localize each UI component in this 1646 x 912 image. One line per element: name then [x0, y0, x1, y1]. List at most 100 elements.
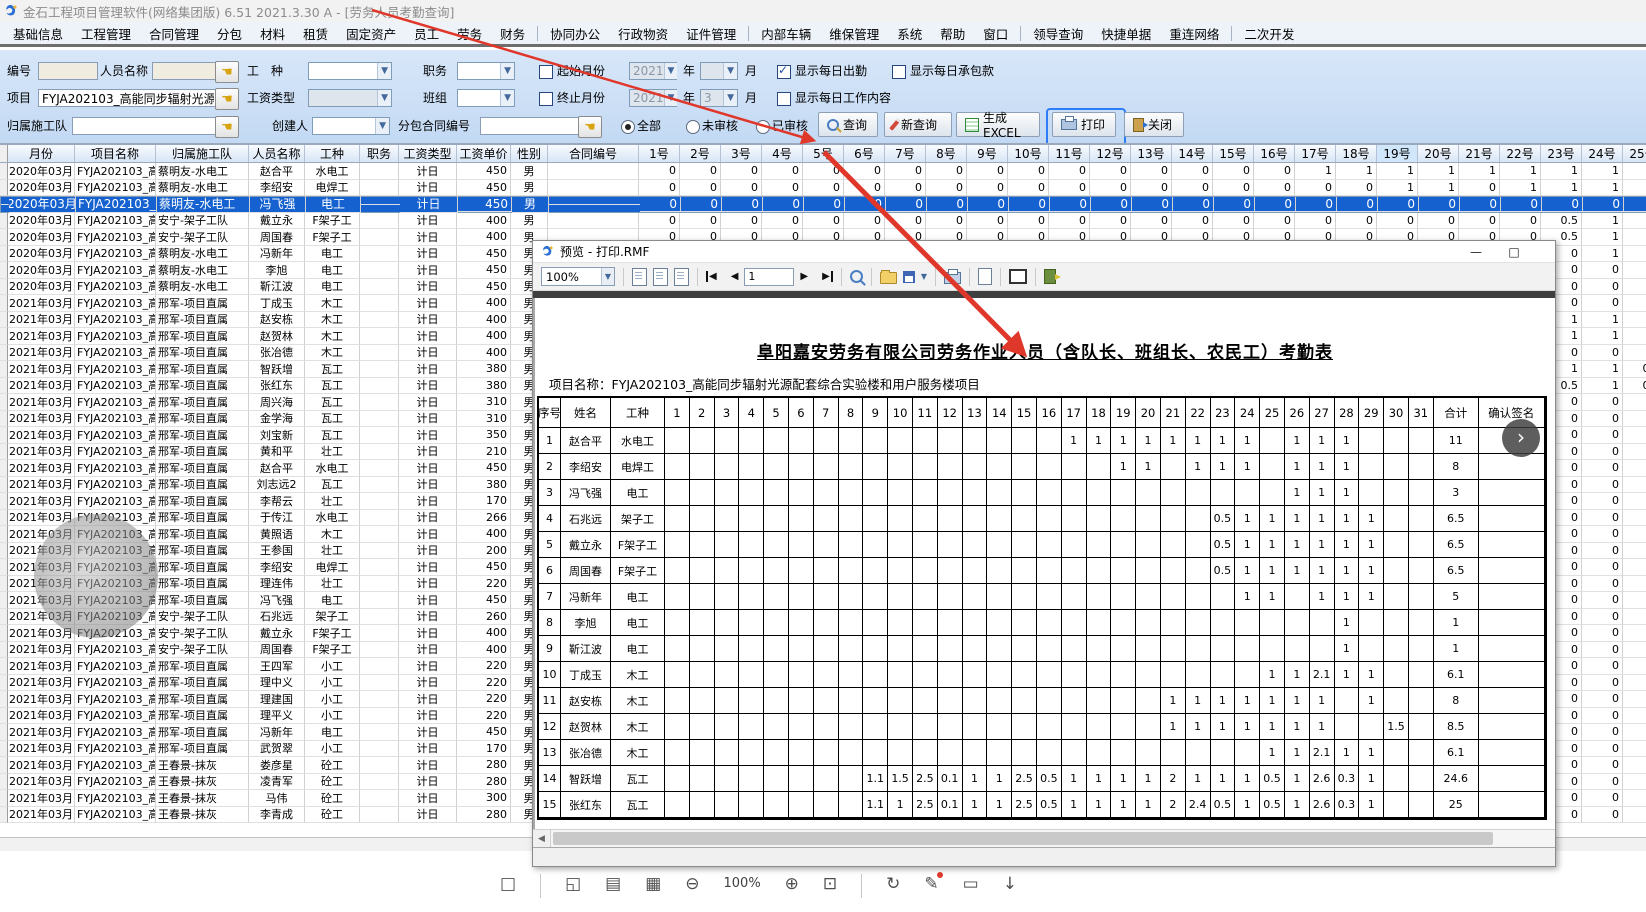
save-dropdown-arrow[interactable]: ▼: [921, 272, 927, 281]
column-header-6[interactable]: 职务: [360, 145, 399, 162]
open-file-icon[interactable]: [880, 272, 897, 284]
zoom-tool-icon[interactable]: [850, 270, 863, 283]
start-year-select[interactable]: 2021▼: [629, 62, 677, 80]
column-header-9[interactable]: 性别: [511, 145, 548, 162]
viewer-icon-10[interactable]: ↻: [886, 872, 900, 896]
viewer-icon-13[interactable]: ↓: [1003, 872, 1017, 896]
preview-zoom-combo[interactable]: 100%▼: [541, 267, 615, 286]
menu-item-5[interactable]: 租赁: [294, 24, 337, 43]
table-row[interactable]: 2020年03月FYJA202103_高能蔡明友-水电工冯飞强电工计日450男0…: [0, 196, 1646, 213]
menu-item-1[interactable]: 工程管理: [72, 24, 140, 43]
number-input[interactable]: [38, 62, 98, 80]
day-column-header-1[interactable]: 1号: [639, 145, 680, 162]
menu-item-23[interactable]: 重连网络: [1160, 24, 1228, 43]
page-number-input[interactable]: [744, 268, 794, 286]
show-daily-contract-checkbox[interactable]: [892, 65, 906, 79]
menu-item-21[interactable]: 领导查询: [1024, 24, 1092, 43]
day-column-header-7[interactable]: 7号: [885, 145, 926, 162]
radio-unaudited[interactable]: [686, 120, 700, 134]
viewer-previous-disc[interactable]: [34, 514, 158, 638]
day-column-header-24[interactable]: 24号: [1582, 145, 1623, 162]
end-month-select[interactable]: 3▼: [700, 89, 738, 107]
subcontract-no-input[interactable]: [480, 117, 580, 135]
creator-select[interactable]: ▼: [312, 117, 390, 135]
table-row[interactable]: 2020年03月FYJA202103_高能蔡明友-水电工李绍安电焊工计日450男…: [0, 180, 1646, 197]
day-column-header-11[interactable]: 11号: [1049, 145, 1090, 162]
day-column-header-13[interactable]: 13号: [1131, 145, 1172, 162]
viewer-icon-11[interactable]: ✎: [924, 872, 938, 896]
column-header-2[interactable]: 项目名称: [75, 145, 156, 162]
menu-item-12[interactable]: 行政物资: [609, 24, 677, 43]
viewer-icon-0[interactable]: □: [500, 872, 516, 896]
project-picker-hand-icon[interactable]: ☚: [215, 88, 239, 110]
start-month-select[interactable]: ▼: [700, 62, 738, 80]
viewer-icon-12[interactable]: ▭: [963, 872, 979, 896]
day-column-header-12[interactable]: 12号: [1090, 145, 1131, 162]
day-column-header-15[interactable]: 15号: [1213, 145, 1254, 162]
column-header-3[interactable]: 归属施工队: [156, 145, 249, 162]
day-column-header-3[interactable]: 3号: [721, 145, 762, 162]
viewer-icon-3[interactable]: ▤: [605, 872, 621, 896]
person-name-input[interactable]: [152, 62, 218, 80]
day-column-header-17[interactable]: 17号: [1295, 145, 1336, 162]
column-header-4[interactable]: 人员名称: [249, 145, 305, 162]
menu-item-11[interactable]: 协同办公: [541, 24, 609, 43]
person-picker-hand-icon[interactable]: ☚: [215, 61, 239, 83]
column-header-10[interactable]: 合同编号: [548, 145, 639, 162]
crew-select[interactable]: ▼: [457, 89, 515, 107]
menu-item-16[interactable]: 维保管理: [820, 24, 888, 43]
column-header-0[interactable]: [0, 145, 8, 162]
menu-item-8[interactable]: 劳务: [448, 24, 491, 43]
subcontract-picker-hand-icon[interactable]: ☚: [578, 116, 602, 138]
preview-hscrollbar[interactable]: ◀: [533, 829, 1555, 847]
day-column-header-23[interactable]: 23号: [1541, 145, 1582, 162]
page-layout-blank-icon[interactable]: [674, 268, 689, 286]
menu-item-4[interactable]: 材料: [251, 24, 294, 43]
generate-excel-button[interactable]: 生成EXCEL: [956, 112, 1040, 137]
preview-minimize-button[interactable]: —: [1463, 243, 1489, 261]
trade-select[interactable]: ▼: [308, 62, 392, 80]
next-page-button[interactable]: ▶: [800, 271, 808, 282]
column-header-1[interactable]: 月份: [8, 145, 75, 162]
team-picker-hand-icon[interactable]: ☚: [215, 116, 239, 138]
preview-print-icon[interactable]: [944, 272, 961, 284]
day-column-header-4[interactable]: 4号: [762, 145, 803, 162]
hscroll-left-arrow-icon[interactable]: ◀: [533, 830, 551, 847]
preview-title-bar[interactable]: 预览 - 打印.RMF — □: [533, 241, 1555, 263]
prev-page-button[interactable]: ◀: [731, 271, 739, 282]
new-query-button[interactable]: 新查询: [884, 112, 952, 137]
last-page-button[interactable]: ▶: [822, 271, 833, 282]
exit-preview-icon[interactable]: [1044, 269, 1056, 284]
day-column-header-20[interactable]: 20号: [1418, 145, 1459, 162]
hscroll-thumb[interactable]: [553, 832, 1493, 845]
first-page-button[interactable]: ◀: [706, 271, 717, 282]
viewer-icon-8[interactable]: ⊡: [823, 872, 837, 896]
menu-item-3[interactable]: 分包: [208, 24, 251, 43]
page-layout-multi-icon[interactable]: [653, 268, 668, 286]
column-header-7[interactable]: 工资类型: [399, 145, 457, 162]
radio-audited[interactable]: [756, 120, 770, 134]
end-month-checkbox[interactable]: [539, 92, 553, 106]
page-layout-single-icon[interactable]: [632, 268, 647, 286]
wage-type-select[interactable]: ▼: [308, 89, 392, 107]
menu-item-2[interactable]: 合同管理: [140, 24, 208, 43]
day-column-header-2[interactable]: 2号: [680, 145, 721, 162]
day-column-header-9[interactable]: 9号: [967, 145, 1008, 162]
show-daily-work-checkbox[interactable]: [777, 92, 791, 106]
day-column-header-25[interactable]: 25号: [1623, 145, 1646, 162]
full-page-view-icon[interactable]: [1009, 269, 1027, 284]
table-row[interactable]: 2020年03月FYJA202103_高能安宁-架子工队戴立永F架子工计日400…: [0, 213, 1646, 230]
blank-page-icon[interactable]: [978, 268, 992, 285]
column-header-5[interactable]: 工种: [305, 145, 360, 162]
construction-team-input[interactable]: [72, 117, 216, 135]
menu-item-9[interactable]: 财务: [491, 24, 534, 43]
show-daily-attendance-checkbox[interactable]: [777, 65, 791, 79]
duty-select[interactable]: ▼: [457, 62, 515, 80]
viewer-icon-2[interactable]: ◱: [565, 872, 581, 896]
day-column-header-22[interactable]: 22号: [1500, 145, 1541, 162]
viewer-icon-4[interactable]: ▦: [645, 872, 661, 896]
save-icon[interactable]: [903, 271, 915, 283]
day-column-header-8[interactable]: 8号: [926, 145, 967, 162]
menu-item-0[interactable]: 基础信息: [4, 24, 72, 43]
menu-item-17[interactable]: 系统: [888, 24, 931, 43]
